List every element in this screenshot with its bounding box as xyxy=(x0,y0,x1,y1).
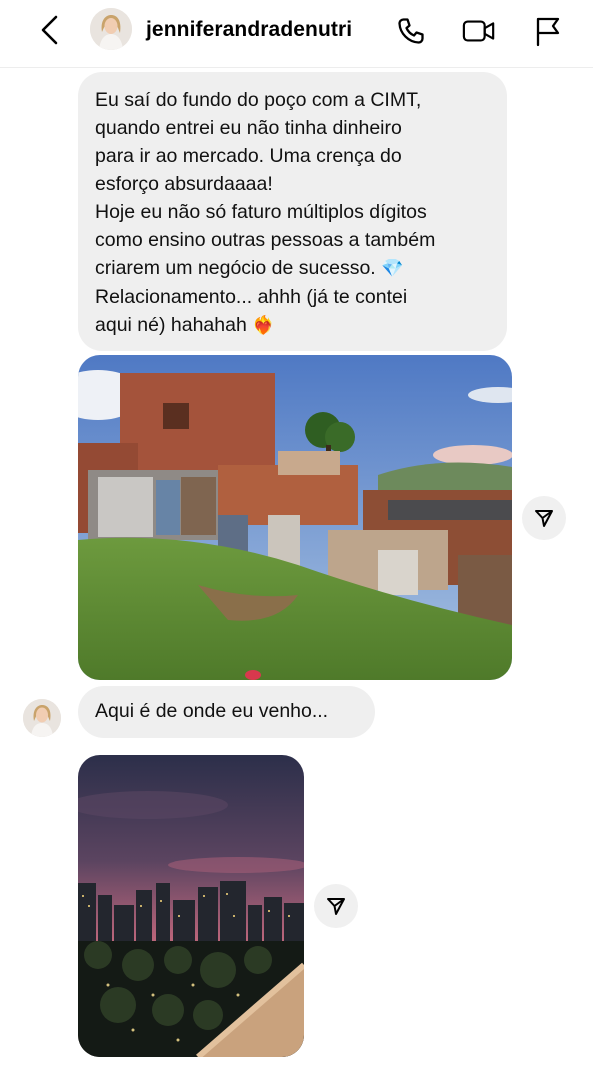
message-line: aqui né) hahahah xyxy=(95,314,247,336)
chevron-left-icon xyxy=(41,15,58,45)
send-icon xyxy=(535,510,553,527)
message-line: quando entrei eu não tinha dinheiro xyxy=(95,117,402,139)
photo-message-city[interactable] xyxy=(78,755,304,1057)
call-button[interactable] xyxy=(394,14,428,48)
photo-message-house[interactable] xyxy=(78,355,512,680)
chat-username[interactable]: jenniferandradenutri xyxy=(146,18,352,42)
sender-avatar[interactable] xyxy=(23,699,61,737)
message-text: Aqui é de onde eu venho... xyxy=(95,700,329,722)
send-icon xyxy=(327,898,345,915)
message-line: Eu saí do fundo do poço com a CIMT, xyxy=(95,89,422,111)
profile-avatar[interactable] xyxy=(90,8,132,50)
message-bubble[interactable]: Eu saí do fundo do poço com a CIMT, quan… xyxy=(78,72,507,351)
report-button[interactable] xyxy=(530,14,564,48)
share-button[interactable] xyxy=(314,884,358,928)
flag-icon xyxy=(536,17,560,47)
heart-on-fire-emoji: ❤️‍🔥 xyxy=(252,315,275,336)
video-camera-icon xyxy=(462,20,495,42)
phone-icon xyxy=(398,18,424,44)
video-call-button[interactable] xyxy=(462,14,496,48)
chat-header: jenniferandradenutri xyxy=(0,0,593,68)
back-button[interactable] xyxy=(34,14,66,46)
message-line: para ir ao mercado. Uma crença do xyxy=(95,145,402,167)
message-line: Relacionamento... ahhh (já te contei xyxy=(95,286,408,308)
message-line: como ensino outras pessoas a também xyxy=(95,229,436,251)
message-bubble[interactable]: Aqui é de onde eu venho... xyxy=(78,686,375,738)
message-line: Hoje eu não só faturo múltiplos dígitos xyxy=(95,201,427,223)
gem-emoji: 💎 xyxy=(381,258,404,279)
message-line: esforço absurdaaaa! xyxy=(95,173,273,195)
message-line: criarem um negócio de sucesso. xyxy=(95,257,376,279)
share-button[interactable] xyxy=(522,496,566,540)
